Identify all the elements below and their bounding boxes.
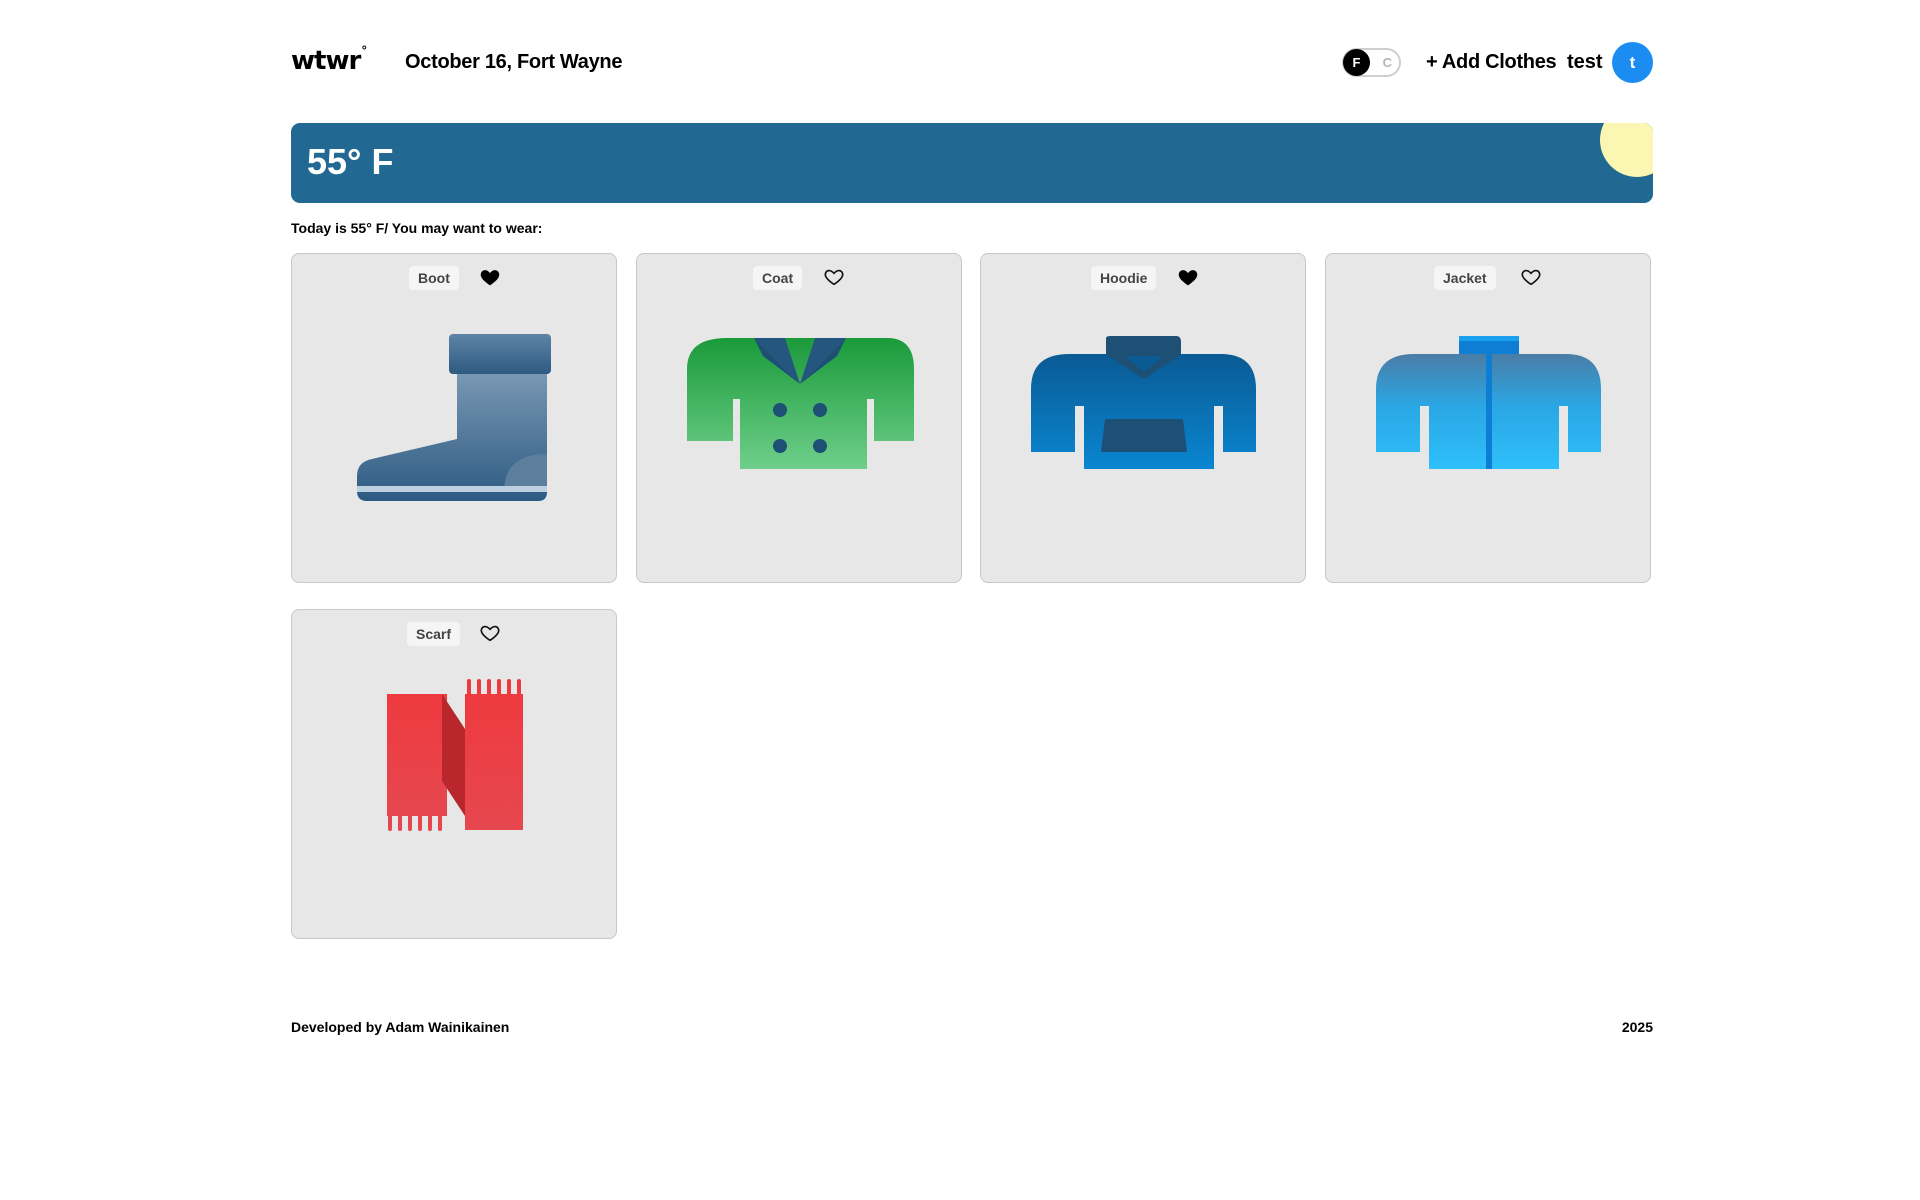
username[interactable]: test: [1567, 51, 1603, 74]
avatar[interactable]: t: [1612, 42, 1653, 83]
weather-card: 55° F: [291, 123, 1653, 203]
logo-text: wtwr: [291, 46, 361, 76]
item-card-coat[interactable]: Coat: [636, 253, 962, 583]
boot-icon: [357, 334, 551, 501]
wear-recommendation-text: Today is 55° F/ You may want to wear:: [291, 220, 543, 236]
item-card-jacket[interactable]: Jacket: [1325, 253, 1651, 583]
heart-filled-icon[interactable]: [1177, 266, 1199, 288]
weather-temperature: 55° F: [307, 141, 394, 182]
item-card-scarf[interactable]: Scarf: [291, 609, 617, 939]
jacket-icon: [1376, 336, 1601, 469]
heart-filled-icon[interactable]: [479, 266, 501, 288]
site-header: wtwr° October 16, Fort Wayne F C + Add C…: [291, 42, 1653, 83]
heart-outline-icon[interactable]: [479, 622, 501, 644]
item-card-boot[interactable]: Boot: [291, 253, 617, 583]
toggle-active-unit: F: [1343, 49, 1370, 76]
footer-year: 2025: [1621, 1019, 1653, 1035]
heart-outline-icon[interactable]: [823, 266, 845, 288]
logo-mark: °: [361, 44, 367, 59]
hoodie-icon: [1031, 336, 1256, 469]
logo[interactable]: wtwr°: [291, 45, 367, 76]
item-card-label: Jacket: [1434, 266, 1496, 290]
footer-developer-credit: Developed by Adam Wainikainen: [291, 1019, 510, 1035]
temperature-unit-toggle[interactable]: F C: [1342, 48, 1401, 77]
toggle-inactive-unit: C: [1382, 55, 1392, 70]
page: wtwr° October 16, Fort Wayne F C + Add C…: [291, 0, 1653, 1200]
date-location: October 16, Fort Wayne: [405, 51, 623, 73]
coat-icon: [687, 338, 914, 469]
scarf-icon: [387, 679, 523, 831]
item-card-label: Hoodie: [1091, 266, 1157, 290]
heart-outline-icon[interactable]: [1520, 266, 1542, 288]
item-card-hoodie[interactable]: Hoodie: [980, 253, 1306, 583]
item-card-label: Boot: [409, 266, 459, 290]
sun-icon: [1600, 123, 1653, 177]
item-card-label: Coat: [753, 266, 803, 290]
item-card-label: Scarf: [407, 622, 461, 646]
add-clothes-button[interactable]: + Add Clothes: [1426, 51, 1557, 74]
